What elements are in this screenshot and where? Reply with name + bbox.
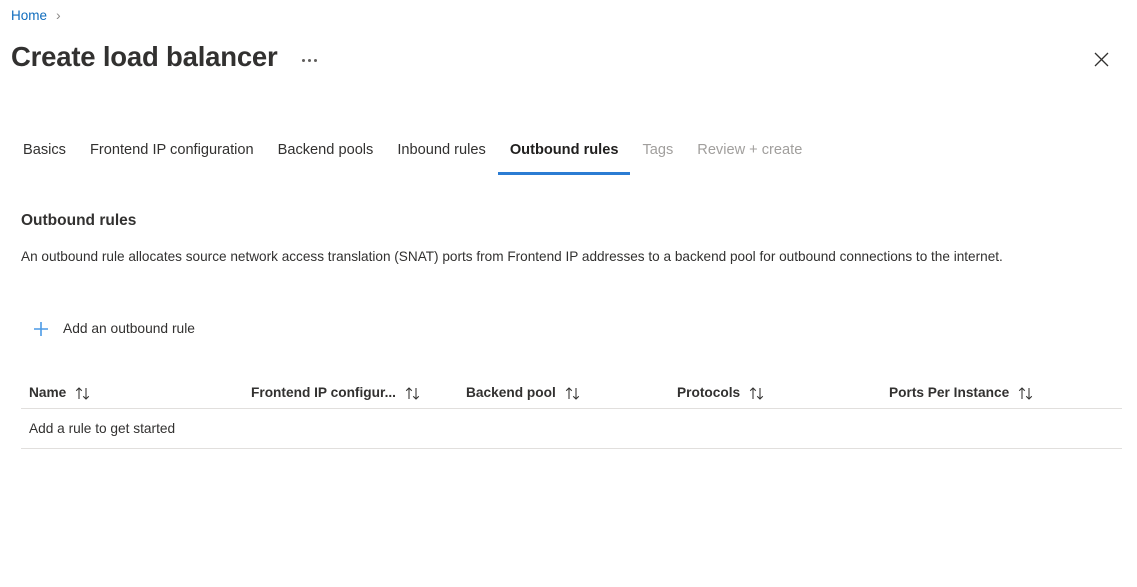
tab-label: Inbound rules <box>397 140 485 160</box>
tab-bar: Basics Frontend IP configuration Backend… <box>11 140 1137 178</box>
column-header-name[interactable]: Name <box>21 383 243 403</box>
breadcrumb-item-home[interactable]: Home <box>11 6 47 26</box>
outbound-rules-table: Name Frontend IP configur... Backend poo… <box>21 378 1122 449</box>
tab-label: Frontend IP configuration <box>90 140 254 160</box>
column-header-frontend-ip-configuration[interactable]: Frontend IP configur... <box>243 383 458 403</box>
column-header-label: Name <box>29 383 66 403</box>
tab-label: Review + create <box>697 140 802 160</box>
sort-ascending-descending-icon <box>75 387 91 400</box>
ellipsis-dot <box>302 59 305 62</box>
tab-basics[interactable]: Basics <box>11 140 78 177</box>
tab-frontend-ip-configuration[interactable]: Frontend IP configuration <box>78 140 266 177</box>
breadcrumb-chevron-icon: › <box>56 8 61 22</box>
column-header-backend-pool[interactable]: Backend pool <box>458 383 669 403</box>
tab-label: Basics <box>23 140 66 160</box>
tab-backend-pools[interactable]: Backend pools <box>266 140 386 177</box>
sort-ascending-descending-icon <box>565 387 581 400</box>
tab-outbound-rules[interactable]: Outbound rules <box>498 140 631 177</box>
plus-icon <box>30 318 52 340</box>
column-header-label: Frontend IP configur... <box>251 383 396 403</box>
ellipsis-dot <box>308 59 311 62</box>
tab-label: Outbound rules <box>510 140 619 160</box>
title-row: Create load balancer <box>11 36 1137 78</box>
section-description: An outbound rule allocates source networ… <box>21 246 1111 269</box>
close-icon[interactable] <box>1085 43 1117 75</box>
column-header-label: Ports Per Instance <box>889 383 1009 403</box>
tab-inbound-rules[interactable]: Inbound rules <box>385 140 497 177</box>
sort-ascending-descending-icon <box>1018 387 1034 400</box>
sort-ascending-descending-icon <box>405 387 421 400</box>
section-heading: Outbound rules <box>21 210 136 232</box>
ellipsis-dot <box>314 59 317 62</box>
tab-label: Backend pools <box>278 140 374 160</box>
sort-ascending-descending-icon <box>749 387 765 400</box>
page-title: Create load balancer <box>11 38 278 76</box>
tab-label: Tags <box>642 140 673 160</box>
tab-review-create[interactable]: Review + create <box>685 140 814 177</box>
ellipsis-icon[interactable] <box>295 47 325 73</box>
tab-tags[interactable]: Tags <box>630 140 685 177</box>
breadcrumb: Home › <box>11 5 61 26</box>
column-header-label: Backend pool <box>466 383 556 403</box>
add-outbound-rule-button[interactable]: Add an outbound rule <box>30 318 195 340</box>
table-empty-state-message: Add a rule to get started <box>29 419 175 439</box>
table-header-row: Name Frontend IP configur... Backend poo… <box>21 378 1122 409</box>
table-empty-state-row: Add a rule to get started <box>21 409 1122 449</box>
add-outbound-rule-label: Add an outbound rule <box>63 319 195 339</box>
column-header-ports-per-instance[interactable]: Ports Per Instance <box>881 383 1122 403</box>
column-header-protocols[interactable]: Protocols <box>669 383 881 403</box>
column-header-label: Protocols <box>677 383 740 403</box>
